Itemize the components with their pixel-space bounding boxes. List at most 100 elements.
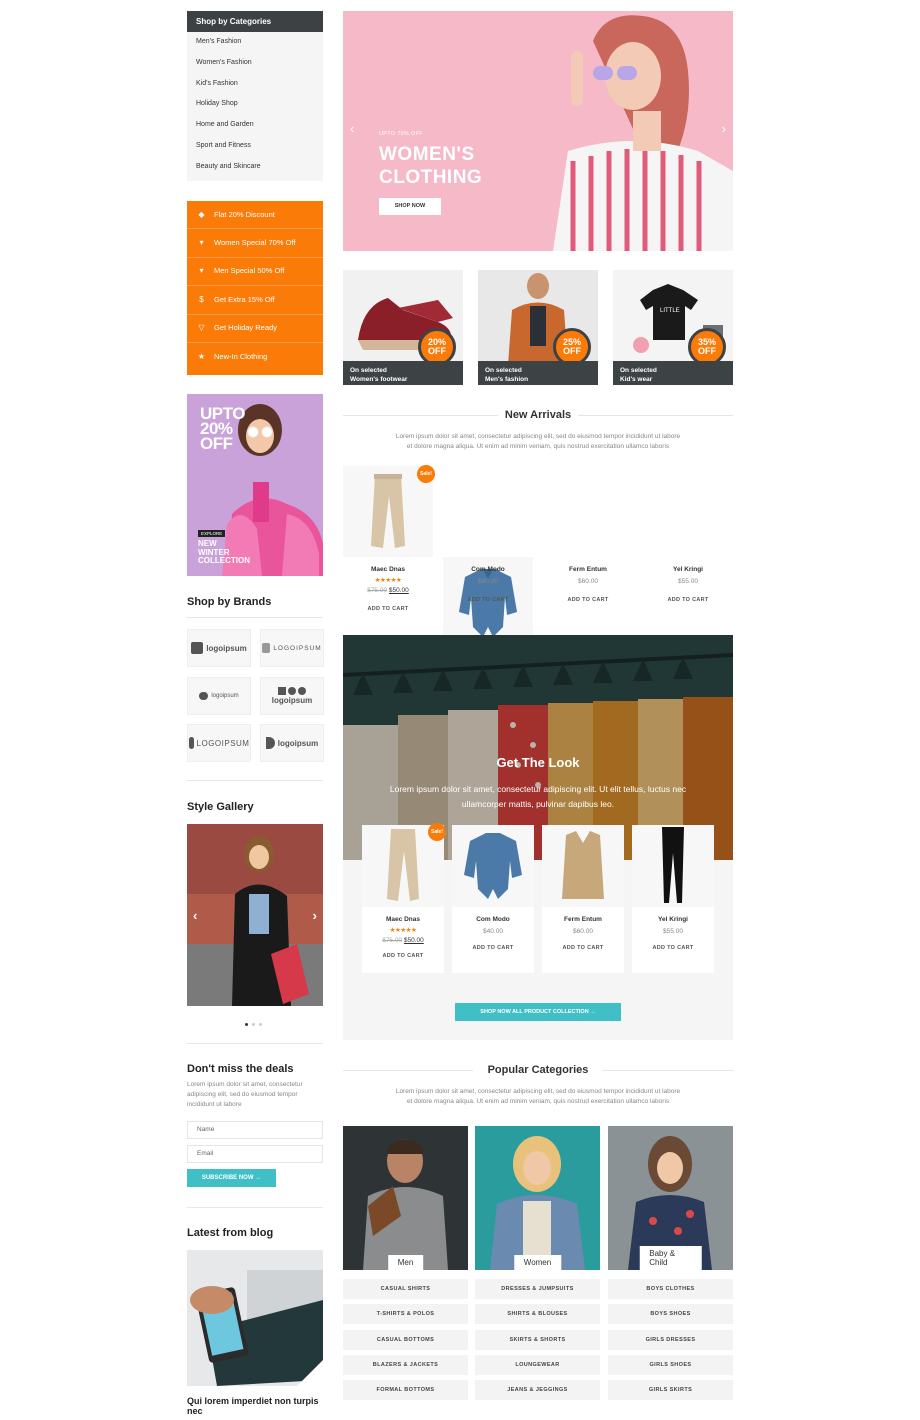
category-tag[interactable]: Women <box>513 1255 562 1270</box>
pagination-dot[interactable] <box>252 1023 255 1026</box>
discount-off: OFF <box>428 346 446 356</box>
brand-name: logoipsum <box>277 738 319 748</box>
subcategory-button[interactable]: GIRLS SKIRTS <box>608 1380 733 1401</box>
product-name[interactable]: Yel Kringi <box>632 916 714 923</box>
brand-logo[interactable]: logoipsum <box>260 677 324 715</box>
brand-mark-icon <box>262 643 271 653</box>
chevron-right-icon[interactable]: › <box>313 908 317 923</box>
divider <box>187 1043 323 1044</box>
subcategory-button[interactable]: BOYS CLOTHES <box>608 1279 733 1299</box>
category-item-home-garden[interactable]: Home and Garden <box>187 115 323 136</box>
name-field[interactable]: Name <box>187 1121 323 1139</box>
brand-name: LOGOIPSUM <box>273 644 322 652</box>
category-item-womens[interactable]: Women's Fashion <box>187 53 323 74</box>
shop-now-button[interactable]: SHOP NOW <box>379 198 441 215</box>
promo-item-extra-off[interactable]: $ Get Extra 15% Off <box>187 286 323 315</box>
product-name[interactable]: Maec Dnas <box>343 566 433 573</box>
add-to-cart-button[interactable]: ADD TO CART <box>343 606 433 612</box>
brand-logo[interactable]: logoipsum <box>187 629 251 667</box>
promo-tile-footwear[interactable]: 20% OFF On selected Women's footwear <box>343 270 463 385</box>
subscribe-button[interactable]: SUBSCRIBE NOW → <box>187 1169 276 1187</box>
promo-tile-kids[interactable]: LITTLE 35% OFF On selected Kid's wear <box>613 270 733 385</box>
promo-item-flat-discount[interactable]: ◆ Flat 20% Discount <box>187 201 323 230</box>
category-item-sport[interactable]: Sport and Fitness <box>187 136 323 157</box>
add-to-cart-button[interactable]: ADD TO CART <box>452 945 534 951</box>
product-price: $75.00 $50.00 <box>362 937 444 944</box>
category-item-mens[interactable]: Men's Fashion <box>187 32 323 53</box>
subcategory-button[interactable]: T-SHIRTS & POLOS <box>343 1304 468 1325</box>
pagination-dot[interactable] <box>259 1023 262 1026</box>
category-baby-child-image[interactable]: Baby & Child <box>608 1126 733 1270</box>
subcategory-button[interactable]: DRESSES & JUMPSUITS <box>475 1279 600 1299</box>
hero-title: WOMEN'S CLOTHING <box>379 143 482 189</box>
promo-label: Get Extra 15% Off <box>214 294 275 304</box>
chevron-right-icon[interactable]: › <box>722 121 726 136</box>
add-to-cart-button[interactable]: ADD TO CART <box>643 597 733 603</box>
subcategory-button[interactable]: SHIRTS & BLOUSES <box>475 1304 600 1325</box>
dollar-icon: $ <box>199 294 204 304</box>
category-item-kids[interactable]: Kid's Fashion <box>187 74 323 95</box>
product-name[interactable]: Yel Kringi <box>643 566 733 573</box>
blog-post-image[interactable] <box>187 1250 323 1386</box>
side-promo-banner[interactable]: UPTO 20% OFF EXPLORE NEW WINTER COLLECTI… <box>187 394 323 576</box>
subcategory-button[interactable]: GIRLS DRESSES <box>608 1329 733 1350</box>
product-name[interactable]: Ferm Entum <box>542 916 624 923</box>
look-product-card[interactable]: Yel Kringi $55.00 ADD TO CART <box>632 825 714 973</box>
add-to-cart-button[interactable]: ADD TO CART <box>362 953 444 959</box>
gallery-photo <box>187 824 323 1006</box>
discount-off: OFF <box>563 346 581 356</box>
category-item-beauty[interactable]: Beauty and Skincare <box>187 157 323 178</box>
subcategory-button[interactable]: CASUAL SHIRTS <box>343 1279 468 1299</box>
product-price: $60.00 <box>573 928 593 935</box>
pagination-dot[interactable] <box>245 1023 248 1026</box>
brand-logo[interactable]: LOGOIPSUM <box>187 724 251 762</box>
chevron-left-icon[interactable]: ‹ <box>193 908 197 923</box>
subcategory-button[interactable]: FORMAL BOTTOMS <box>343 1380 468 1401</box>
look-product-card[interactable]: Ferm Entum $60.00 ADD TO CART <box>542 825 624 973</box>
category-tag[interactable]: Men <box>387 1255 424 1270</box>
chevron-left-icon[interactable]: ‹ <box>350 121 354 136</box>
add-to-cart-button[interactable]: ADD TO CART <box>443 597 533 603</box>
shop-all-collection-button[interactable]: SHOP NOW ALL PRODUCT COLLECTION → <box>455 1003 621 1021</box>
promo-item-holiday[interactable]: ▽ Get Holiday Ready <box>187 315 323 343</box>
category-men-image[interactable]: Men <box>343 1126 468 1270</box>
category-item-holiday[interactable]: Holiday Shop <box>187 94 323 115</box>
add-to-cart-button[interactable]: ADD TO CART <box>542 945 624 951</box>
promo-item-men-special[interactable]: ▾ Men Special 50% Off <box>187 258 323 287</box>
brand-logo[interactable]: logoipsum <box>187 677 251 715</box>
divider <box>343 1070 473 1071</box>
blog-post-title[interactable]: Qui lorem imperdiet non turpis nec <box>187 1396 327 1416</box>
brand-logo[interactable]: LOGOIPSUM <box>260 629 324 667</box>
subcategory-button[interactable]: BLAZERS & JACKETS <box>343 1354 468 1375</box>
promo-tile-mens[interactable]: 25% OFF On selected Men's fashion <box>478 270 598 385</box>
promo-item-new-in[interactable]: ★ New-In Clothing <box>187 343 323 371</box>
product-name[interactable]: Com Modo <box>452 916 534 923</box>
email-field[interactable]: Email <box>187 1145 323 1163</box>
subcategory-button[interactable]: SKIRTS & SHORTS <box>475 1329 600 1350</box>
brand-name: LOGOIPSUM <box>196 738 250 748</box>
promo-item-women-special[interactable]: ▾ Women Special 70% Off <box>187 229 323 258</box>
style-gallery-slider[interactable]: ‹ › <box>187 824 323 1006</box>
add-to-cart-button[interactable]: ADD TO CART <box>632 945 714 951</box>
brand-logo[interactable]: logoipsum <box>260 724 324 762</box>
brand-mark-icon <box>199 692 209 700</box>
subcategory-button[interactable]: GIRLS SHOES <box>608 1354 733 1375</box>
tile-caption-line-1: On selected <box>485 367 522 374</box>
promo-label: Women Special 70% Off <box>214 237 296 247</box>
subcategory-button[interactable]: CASUAL BOTTOMS <box>343 1329 468 1350</box>
look-product-card[interactable]: Com Modo $40.00 ADD TO CART <box>452 825 534 973</box>
category-women-image[interactable]: Women <box>475 1126 600 1270</box>
product-name[interactable]: Maec Dnas <box>362 916 444 923</box>
product-price: $55.00 <box>678 578 698 585</box>
brand-mark-icon <box>265 737 275 749</box>
subcategory-button[interactable]: BOYS SHOES <box>608 1304 733 1325</box>
category-tag[interactable]: Baby & Child <box>639 1246 702 1270</box>
men-photo <box>343 1126 468 1270</box>
product-name[interactable]: Com Modo <box>443 566 533 573</box>
product-name[interactable]: Ferm Entum <box>543 566 633 573</box>
subcategory-button[interactable]: JEANS & JEGGINGS <box>475 1380 600 1401</box>
add-to-cart-button[interactable]: ADD TO CART <box>543 597 633 603</box>
deals-description: Lorem ipsum dolor sit amet, consectetur … <box>187 1081 303 1108</box>
look-product-card[interactable]: Maec Dnas ★★★★★ $75.00 $50.00 ADD TO CAR… <box>362 825 444 973</box>
subcategory-button[interactable]: LOUNGEWEAR <box>475 1354 600 1375</box>
